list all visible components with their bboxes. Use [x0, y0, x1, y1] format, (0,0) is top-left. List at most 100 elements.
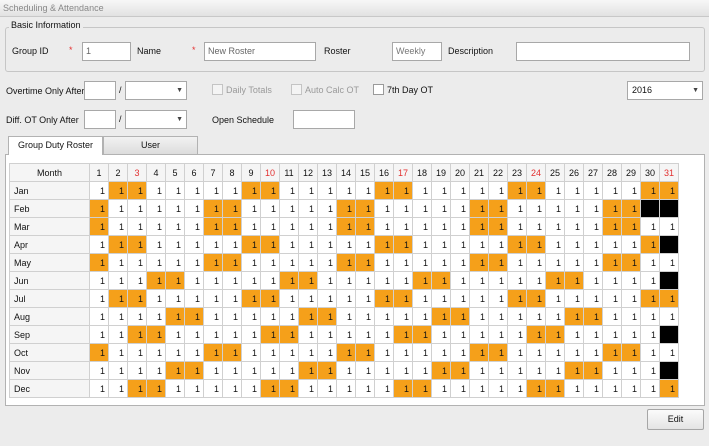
duty-day-cell[interactable]: 1	[431, 343, 451, 362]
off-day-cell[interactable]: 1	[127, 289, 147, 308]
duty-day-cell[interactable]: 1	[621, 361, 641, 380]
off-day-cell[interactable]: 1	[602, 253, 622, 272]
duty-day-cell[interactable]: 1	[393, 271, 413, 290]
duty-day-cell[interactable]: 1	[393, 307, 413, 326]
duty-day-cell[interactable]: 1	[564, 217, 584, 236]
off-day-cell[interactable]: 1	[355, 199, 375, 218]
duty-day-cell[interactable]: 1	[146, 217, 166, 236]
off-day-cell[interactable]: 1	[108, 289, 128, 308]
duty-day-cell[interactable]: 1	[317, 235, 337, 254]
invalid-day-cell[interactable]	[659, 235, 679, 254]
duty-day-cell[interactable]: 1	[89, 379, 109, 398]
off-day-cell[interactable]: 1	[146, 271, 166, 290]
duty-day-cell[interactable]: 1	[659, 307, 679, 326]
off-day-cell[interactable]: 1	[659, 379, 679, 398]
duty-day-cell[interactable]: 1	[469, 379, 489, 398]
duty-day-cell[interactable]: 1	[507, 343, 527, 362]
off-day-cell[interactable]: 1	[260, 235, 280, 254]
duty-day-cell[interactable]: 1	[602, 271, 622, 290]
duty-day-cell[interactable]: 1	[469, 325, 489, 344]
duty-day-cell[interactable]: 1	[108, 307, 128, 326]
duty-day-cell[interactable]: 1	[450, 379, 470, 398]
duty-day-cell[interactable]: 1	[602, 307, 622, 326]
duty-day-cell[interactable]: 1	[89, 325, 109, 344]
duty-day-cell[interactable]: 1	[431, 181, 451, 200]
duty-day-cell[interactable]: 1	[127, 361, 147, 380]
duty-day-cell[interactable]: 1	[336, 289, 356, 308]
duty-day-cell[interactable]: 1	[165, 199, 185, 218]
duty-day-cell[interactable]: 1	[241, 307, 261, 326]
duty-day-cell[interactable]: 1	[431, 235, 451, 254]
duty-day-cell[interactable]: 1	[241, 343, 261, 362]
duty-day-cell[interactable]: 1	[545, 289, 565, 308]
duty-day-cell[interactable]: 1	[431, 289, 451, 308]
duty-day-cell[interactable]: 1	[146, 253, 166, 272]
off-day-cell[interactable]: 1	[526, 379, 546, 398]
off-day-cell[interactable]: 1	[488, 199, 508, 218]
duty-day-cell[interactable]: 1	[488, 235, 508, 254]
off-day-cell[interactable]: 1	[317, 361, 337, 380]
duty-day-cell[interactable]: 1	[298, 253, 318, 272]
off-day-cell[interactable]: 1	[488, 343, 508, 362]
duty-day-cell[interactable]: 1	[108, 253, 128, 272]
off-day-cell[interactable]: 1	[203, 253, 223, 272]
duty-day-cell[interactable]: 1	[583, 253, 603, 272]
duty-day-cell[interactable]: 1	[222, 325, 242, 344]
daily-totals-checkbox[interactable]	[212, 84, 223, 95]
duty-day-cell[interactable]: 1	[127, 343, 147, 362]
duty-day-cell[interactable]: 1	[89, 271, 109, 290]
duty-day-cell[interactable]: 1	[640, 217, 660, 236]
off-day-cell[interactable]: 1	[412, 379, 432, 398]
duty-day-cell[interactable]: 1	[564, 379, 584, 398]
duty-day-cell[interactable]: 1	[146, 343, 166, 362]
off-day-cell[interactable]: 1	[526, 289, 546, 308]
duty-day-cell[interactable]: 1	[640, 343, 660, 362]
duty-day-cell[interactable]: 1	[431, 199, 451, 218]
duty-day-cell[interactable]: 1	[355, 181, 375, 200]
duty-day-cell[interactable]: 1	[203, 307, 223, 326]
off-day-cell[interactable]: 1	[545, 271, 565, 290]
duty-day-cell[interactable]: 1	[374, 199, 394, 218]
duty-day-cell[interactable]: 1	[583, 379, 603, 398]
off-day-cell[interactable]: 1	[184, 307, 204, 326]
off-day-cell[interactable]: 1	[507, 289, 527, 308]
off-day-cell[interactable]: 1	[640, 289, 660, 308]
duty-day-cell[interactable]: 1	[545, 181, 565, 200]
duty-day-cell[interactable]: 1	[640, 325, 660, 344]
duty-day-cell[interactable]: 1	[317, 325, 337, 344]
off-day-cell[interactable]: 1	[298, 361, 318, 380]
duty-day-cell[interactable]: 1	[165, 343, 185, 362]
duty-day-cell[interactable]: 1	[564, 343, 584, 362]
off-day-cell[interactable]: 1	[222, 253, 242, 272]
duty-day-cell[interactable]: 1	[374, 361, 394, 380]
off-day-cell[interactable]: 1	[621, 217, 641, 236]
duty-day-cell[interactable]: 1	[526, 271, 546, 290]
invalid-day-cell[interactable]	[659, 271, 679, 290]
off-day-cell[interactable]: 1	[298, 271, 318, 290]
duty-day-cell[interactable]: 1	[621, 181, 641, 200]
duty-day-cell[interactable]: 1	[165, 181, 185, 200]
off-day-cell[interactable]: 1	[146, 325, 166, 344]
off-day-cell[interactable]: 1	[393, 379, 413, 398]
invalid-day-cell[interactable]	[659, 361, 679, 380]
off-day-cell[interactable]: 1	[336, 217, 356, 236]
duty-day-cell[interactable]: 1	[241, 217, 261, 236]
off-day-cell[interactable]: 1	[640, 181, 660, 200]
off-day-cell[interactable]: 1	[374, 289, 394, 308]
off-day-cell[interactable]: 1	[241, 181, 261, 200]
duty-day-cell[interactable]: 1	[621, 307, 641, 326]
duty-day-cell[interactable]: 1	[222, 271, 242, 290]
off-day-cell[interactable]: 1	[279, 379, 299, 398]
duty-day-cell[interactable]: 1	[165, 289, 185, 308]
duty-day-cell[interactable]: 1	[298, 235, 318, 254]
duty-day-cell[interactable]: 1	[241, 253, 261, 272]
off-day-cell[interactable]: 1	[488, 253, 508, 272]
off-day-cell[interactable]: 1	[450, 361, 470, 380]
off-day-cell[interactable]: 1	[184, 361, 204, 380]
duty-day-cell[interactable]: 1	[184, 343, 204, 362]
duty-day-cell[interactable]: 1	[526, 217, 546, 236]
duty-day-cell[interactable]: 1	[431, 217, 451, 236]
duty-day-cell[interactable]: 1	[89, 307, 109, 326]
duty-day-cell[interactable]: 1	[583, 271, 603, 290]
duty-day-cell[interactable]: 1	[165, 325, 185, 344]
